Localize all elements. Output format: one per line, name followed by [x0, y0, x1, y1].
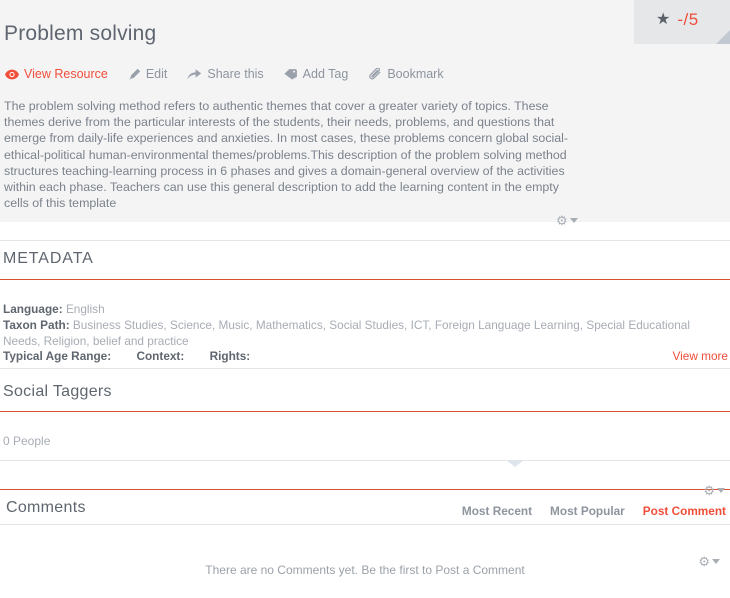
star-icon: ★: [656, 10, 671, 28]
most-recent-link[interactable]: Most Recent: [462, 504, 532, 518]
rating-content: ★ -/5: [656, 11, 699, 28]
metadata-context-label: Context:: [136, 349, 185, 364]
chevron-down-icon: [712, 559, 720, 564]
gear-icon: ⚙: [703, 483, 715, 498]
resource-header-panel: ★ -/5 Problem solving View Resource Edit…: [0, 0, 730, 227]
view-resource-button[interactable]: View Resource: [5, 67, 108, 81]
comments-options-menu[interactable]: ⚙: [703, 482, 725, 500]
add-tag-button[interactable]: Add Tag: [284, 67, 349, 81]
comments-empty-state: There are no Comments yet. Be the first …: [0, 525, 730, 577]
active-sort-indicator: [506, 460, 524, 467]
comments-title: Comments: [6, 499, 86, 516]
gear-dropdown[interactable]: ⚙: [556, 214, 578, 227]
action-toolbar: View Resource Edit Share this Add Tag Bo…: [5, 67, 464, 81]
metadata-misc-row: Typical Age Range: Context: Rights:: [3, 349, 730, 365]
resource-description: The problem solving method refers to aut…: [4, 99, 569, 211]
metadata-section: METADATA Language: English Taxon Path: B…: [0, 240, 730, 365]
pencil-icon: [128, 68, 141, 81]
view-resource-label: View Resource: [24, 67, 108, 81]
metadata-taxon-label: Taxon Path:: [3, 317, 70, 332]
tag-icon: [284, 68, 298, 80]
add-tag-label: Add Tag: [302, 67, 349, 81]
most-popular-link[interactable]: Most Popular: [550, 504, 625, 518]
page-title: Problem solving: [4, 22, 157, 45]
share-this-button[interactable]: Share this: [187, 67, 264, 81]
comments-header: Comments Most Recent Most Popular Post C…: [0, 484, 730, 524]
chevron-down-icon: [569, 218, 578, 223]
post-comment-link[interactable]: Post Comment: [643, 504, 726, 518]
gear-icon: ⚙: [556, 213, 568, 228]
metadata-language-row: Language: English: [3, 302, 730, 318]
folded-corner-decoration: [716, 30, 730, 44]
metadata-language-label: Language:: [3, 302, 63, 316]
metadata-language-value: English: [65, 302, 105, 316]
edit-button[interactable]: Edit: [128, 67, 168, 81]
share-arrow-icon: [187, 68, 202, 80]
metadata-taxon-row: Taxon Path: Business Studies, Science, M…: [3, 318, 730, 350]
metadata-taxon-value: Business Studies, Science, Music, Mathem…: [3, 317, 690, 348]
comments-section: Comments Most Recent Most Popular Post C…: [0, 460, 730, 577]
chevron-down-icon: [717, 488, 725, 493]
rating-value: -/5: [677, 10, 699, 29]
social-taggers-section: Social Taggers 0 People: [0, 368, 730, 448]
gear-dropdown[interactable]: ⚙: [703, 484, 725, 497]
social-taggers-title: Social Taggers: [3, 383, 112, 400]
comments-controls: Most Recent Most Popular Post Comment: [462, 504, 726, 518]
gear-icon: ⚙: [698, 554, 710, 569]
social-taggers-count: 0 People: [3, 434, 51, 448]
rating-badge[interactable]: ★ -/5: [634, 0, 730, 44]
bookmark-button[interactable]: Bookmark: [368, 67, 444, 81]
description-options-menu[interactable]: ⚙: [556, 212, 578, 230]
metadata-age-range-label: Typical Age Range:: [3, 349, 112, 364]
edit-label: Edit: [145, 67, 168, 81]
gear-dropdown[interactable]: ⚙: [698, 555, 720, 568]
share-this-label: Share this: [207, 67, 264, 81]
bookmark-label: Bookmark: [387, 67, 444, 81]
comments-empty-message: There are no Comments yet. Be the first …: [205, 563, 525, 577]
metadata-rights-label: Rights:: [209, 349, 251, 364]
section-divider: [0, 460, 730, 461]
metadata-title: METADATA: [3, 250, 94, 267]
metadata-body: Language: English Taxon Path: Business S…: [0, 280, 730, 365]
comments-footer-options-menu[interactable]: ⚙: [698, 555, 720, 569]
view-more-link[interactable]: View more: [672, 349, 728, 365]
eye-icon: [5, 69, 19, 80]
paperclip-icon: [368, 68, 382, 80]
